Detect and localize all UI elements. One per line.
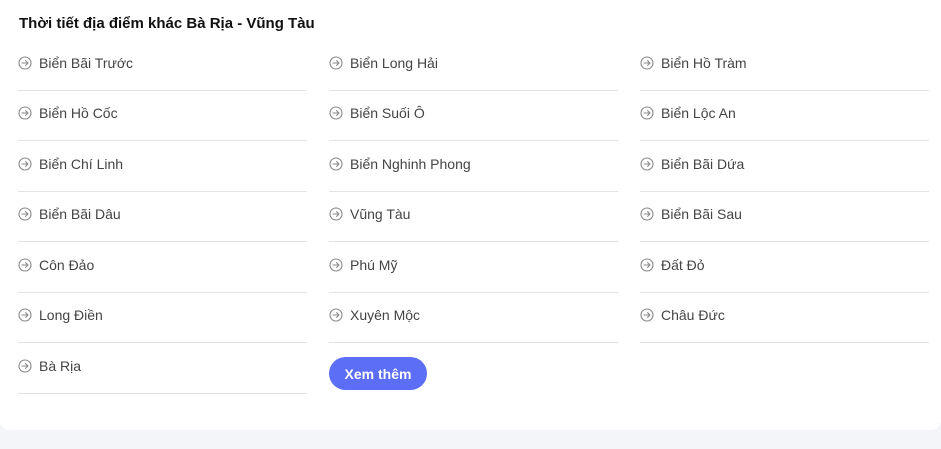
location-label: Bà Rịa xyxy=(39,357,82,374)
location-link[interactable]: Biển Bãi Dâu xyxy=(18,192,307,242)
location-label: Châu Đức xyxy=(661,307,725,324)
location-link[interactable]: Vũng Tàu xyxy=(329,192,618,242)
location-label: Biển Nghinh Phong xyxy=(350,155,471,172)
location-label: Xuyên Mộc xyxy=(350,307,421,324)
arrow-right-circle-icon xyxy=(640,106,654,120)
location-link[interactable]: Biển Nghinh Phong xyxy=(329,141,618,192)
location-label: Phú Mỹ xyxy=(350,256,398,273)
location-label: Biển Suối Ô xyxy=(350,105,425,122)
locations-column-2: Biển Long Hải Biển Suối Ô Biển Nghinh Phon… xyxy=(329,40,618,390)
location-link[interactable]: Biển Long Hải xyxy=(329,40,618,91)
arrow-right-circle-icon xyxy=(18,359,32,373)
arrow-right-circle-icon xyxy=(640,207,654,221)
other-locations-card: Thời tiết địa điểm khác Bà Rịa - Vũng Tà… xyxy=(0,0,941,430)
see-more-button[interactable]: Xem thêm xyxy=(329,357,427,390)
location-label: Biển Bãi Dứa xyxy=(661,155,745,172)
location-link[interactable]: Xuyên Mộc xyxy=(329,293,618,343)
location-label: Côn Đảo xyxy=(39,256,95,273)
location-link[interactable]: Châu Đức xyxy=(640,293,929,343)
arrow-right-circle-icon xyxy=(18,157,32,171)
location-label: Biển Long Hải xyxy=(350,54,438,71)
location-link[interactable]: Biển Lộc An xyxy=(640,91,929,141)
arrow-right-circle-icon xyxy=(640,308,654,322)
arrow-right-circle-icon xyxy=(329,258,343,272)
location-link[interactable]: Biển Bãi Trước xyxy=(18,40,307,91)
arrow-right-circle-icon xyxy=(329,106,343,120)
arrow-right-circle-icon xyxy=(329,207,343,221)
arrow-right-circle-icon xyxy=(329,56,343,70)
location-label: Biển Bãi Sau xyxy=(661,206,742,223)
location-link[interactable]: Phú Mỹ xyxy=(329,242,618,293)
locations-column-1: Biển Bãi Trước Biển Hồ Cốc Biển Chí Linh Bi… xyxy=(18,40,307,394)
location-link[interactable]: Biển Suối Ô xyxy=(329,91,618,141)
location-label: Vũng Tàu xyxy=(350,206,411,223)
location-link[interactable]: Côn Đảo xyxy=(18,242,307,293)
location-label: Biển Hồ Tràm xyxy=(661,54,747,71)
arrow-right-circle-icon xyxy=(640,56,654,70)
location-label: Biển Bãi Trước xyxy=(39,54,134,71)
arrow-right-circle-icon xyxy=(18,308,32,322)
location-link[interactable]: Đất Đỏ xyxy=(640,242,929,293)
arrow-right-circle-icon xyxy=(18,56,32,70)
location-label: Biển Bãi Dâu xyxy=(39,206,121,223)
arrow-right-circle-icon xyxy=(329,308,343,322)
location-link[interactable]: Biển Bãi Sau xyxy=(640,192,929,242)
location-link[interactable]: Bà Rịa xyxy=(18,343,307,394)
location-link[interactable]: Biển Chí Linh xyxy=(18,141,307,192)
location-label: Biển Chí Linh xyxy=(39,155,124,172)
location-label: Biển Lộc An xyxy=(661,105,736,122)
location-label: Đất Đỏ xyxy=(661,256,705,273)
location-label: Biển Hồ Cốc xyxy=(39,105,118,122)
arrow-right-circle-icon xyxy=(18,258,32,272)
locations-column-3: Biển Hồ Tràm Biển Lộc An Biển Bãi Dứa Biển … xyxy=(640,40,929,343)
arrow-right-circle-icon xyxy=(329,157,343,171)
arrow-right-circle-icon xyxy=(18,207,32,221)
arrow-right-circle-icon xyxy=(640,258,654,272)
section-title: Thời tiết địa điểm khác Bà Rịa - Vũng Tà… xyxy=(19,15,315,32)
arrow-right-circle-icon xyxy=(18,106,32,120)
location-link[interactable]: Biển Bãi Dứa xyxy=(640,141,929,192)
location-link[interactable]: Long Điền xyxy=(18,293,307,343)
location-link[interactable]: Biển Hồ Tràm xyxy=(640,40,929,91)
location-link[interactable]: Biển Hồ Cốc xyxy=(18,91,307,141)
location-label: Long Điền xyxy=(39,307,103,324)
arrow-right-circle-icon xyxy=(640,157,654,171)
